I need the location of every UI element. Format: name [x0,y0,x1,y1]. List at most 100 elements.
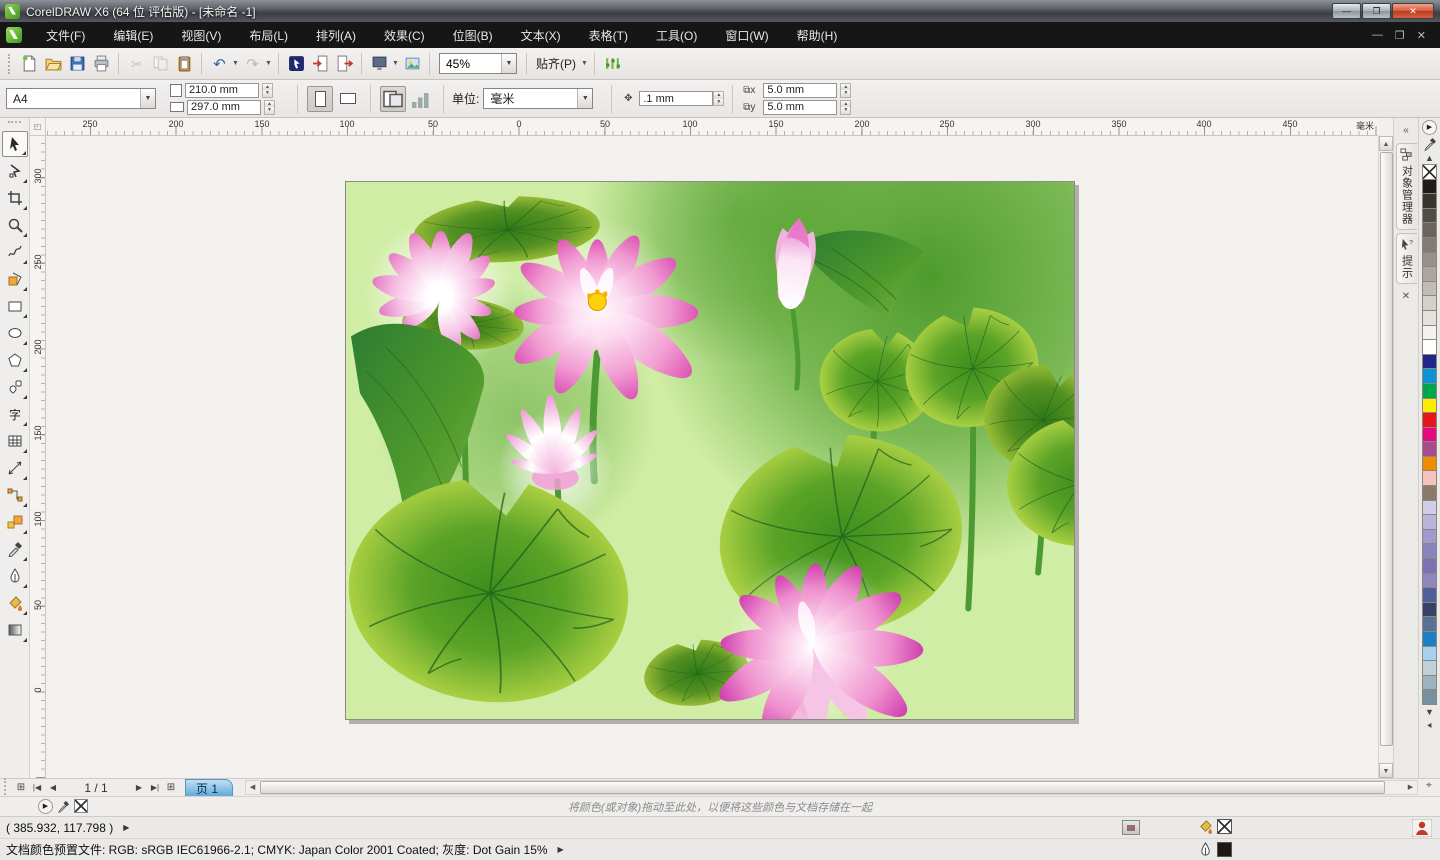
open-button[interactable] [41,52,65,76]
paper-size-arrow-icon[interactable]: ▼ [140,89,155,108]
units-combo-arrow-icon[interactable]: ▼ [577,89,592,108]
shape-tool[interactable] [2,158,28,184]
duplicate-y-spinner[interactable]: ▲▼ [840,100,851,115]
launcher-dropdown[interactable]: ▼ [391,52,400,76]
redo-dropdown[interactable]: ▼ [264,52,273,76]
welcome-screen-button[interactable] [400,52,424,76]
color-swatch-24[interactable] [1422,514,1437,530]
doc-minimize-button[interactable]: — [1372,29,1383,42]
menu-item-8[interactable]: 表格(T) [575,23,642,48]
color-swatch-33[interactable] [1422,646,1437,662]
palette-flyout-button[interactable]: ▶ [1422,120,1437,135]
app-menu-icon[interactable] [6,27,22,43]
color-swatch-11[interactable] [1422,325,1437,341]
first-page-button[interactable]: |◀ [29,783,45,792]
ruler-origin-button[interactable]: ◰ [30,118,46,136]
landscape-button[interactable] [335,86,361,112]
color-swatch-21[interactable] [1422,470,1437,486]
connector-tool[interactable] [2,482,28,508]
portrait-button[interactable] [307,86,333,112]
color-swatch-17[interactable] [1422,412,1437,428]
profile-flyout-icon[interactable]: ▶ [558,845,564,854]
menu-item-1[interactable]: 编辑(E) [99,23,167,48]
freehand-tool[interactable] [2,239,28,265]
docker-close-button[interactable]: ✕ [1397,288,1416,306]
scroll-left-icon[interactable]: ◀ [246,781,259,794]
membership-icon[interactable] [1412,819,1432,837]
color-swatch-31[interactable] [1422,616,1437,632]
menu-item-3[interactable]: 布局(L) [235,23,302,48]
menu-item-6[interactable]: 位图(B) [439,23,507,48]
palette-scroll-down-icon[interactable]: ▼ [1422,705,1438,719]
color-swatch-1[interactable] [1422,179,1437,195]
add-page-after-button[interactable]: ⊞ [163,782,179,793]
color-swatch-16[interactable] [1422,398,1437,414]
duplicate-x-field[interactable]: 5.0 mm [763,83,837,98]
print-button[interactable] [89,52,113,76]
color-swatch-3[interactable] [1422,208,1437,224]
scroll-up-icon[interactable]: ▲ [1379,136,1393,151]
coords-flyout-icon[interactable]: ▶ [123,823,129,832]
next-page-button[interactable]: ▶ [131,783,147,792]
color-swatch-13[interactable] [1422,354,1437,370]
color-swatch-14[interactable] [1422,368,1437,384]
color-swatch-25[interactable] [1422,529,1437,545]
paste-button[interactable] [172,52,196,76]
interactive-fill-tool[interactable] [2,617,28,643]
new-document-button[interactable] [17,52,41,76]
color-swatch-15[interactable] [1422,383,1437,399]
menu-item-11[interactable]: 帮助(H) [783,23,852,48]
menu-item-4[interactable]: 排列(A) [302,23,370,48]
color-swatch-32[interactable] [1422,631,1437,647]
zoom-tool[interactable] [2,212,28,238]
docker-tab-object-manager[interactable]: 对象管理器 [1396,143,1417,230]
color-swatch-36[interactable] [1422,689,1437,705]
scroll-down-icon[interactable]: ▼ [1379,763,1393,778]
color-swatch-19[interactable] [1422,441,1437,457]
horizontal-scrollbar-thumb[interactable] [260,781,1385,794]
minimize-button[interactable]: — [1332,3,1361,19]
color-swatch-27[interactable] [1422,558,1437,574]
add-page-before-button[interactable]: ⊞ [13,782,29,793]
color-eyedropper-tool[interactable] [2,536,28,562]
document-page[interactable] [345,181,1075,720]
cut-button[interactable]: ✂ [124,52,148,76]
no-color-swatch[interactable] [1422,164,1437,180]
color-swatch-30[interactable] [1422,602,1437,618]
paper-height-field[interactable]: 297.0 mm [187,100,261,115]
outline-pen-tool[interactable] [2,563,28,589]
horizontal-scrollbar[interactable]: ◀ ▶ [245,780,1418,795]
export-button[interactable] [332,52,356,76]
color-swatch-28[interactable] [1422,573,1437,589]
palette-expand-icon[interactable]: ⯇ [1422,719,1438,733]
vertical-scrollbar[interactable]: ▲ ▼ [1378,136,1393,778]
document-palette-eyedropper-icon[interactable] [57,800,70,813]
horizontal-ruler[interactable]: 毫米 2502001501005005010015020025030035040… [46,118,1378,136]
doc-restore-button[interactable]: ❐ [1395,29,1405,42]
smart-fill-tool[interactable] [2,266,28,292]
color-swatch-22[interactable] [1422,485,1437,501]
paper-height-spinner[interactable]: ▲▼ [264,100,275,115]
redo-button[interactable]: ↷ [240,52,264,76]
color-swatch-20[interactable] [1422,456,1437,472]
menu-item-7[interactable]: 文本(X) [507,23,575,48]
vertical-ruler[interactable]: 300250200150100500 [30,136,46,778]
palette-eyedropper-icon[interactable] [1423,137,1437,151]
document-palette-flyout-button[interactable]: ▶ [38,799,53,814]
close-button[interactable]: ✕ [1392,3,1434,19]
fill-tool[interactable] [2,590,28,616]
drawing-canvas[interactable] [46,136,1378,778]
page-counter[interactable]: 1 / 1 [61,781,131,795]
color-swatch-23[interactable] [1422,500,1437,516]
last-page-button[interactable]: ▶| [147,783,163,792]
color-proof-icon[interactable] [1122,820,1140,835]
color-swatch-6[interactable] [1422,252,1437,268]
blend-tool[interactable] [2,509,28,535]
color-swatch-7[interactable] [1422,266,1437,282]
options-button[interactable] [600,52,624,76]
basic-shapes-tool[interactable] [2,374,28,400]
menu-item-10[interactable]: 窗口(W) [711,23,782,48]
color-swatch-34[interactable] [1422,660,1437,676]
undo-dropdown[interactable]: ▼ [231,52,240,76]
color-swatch-18[interactable] [1422,427,1437,443]
